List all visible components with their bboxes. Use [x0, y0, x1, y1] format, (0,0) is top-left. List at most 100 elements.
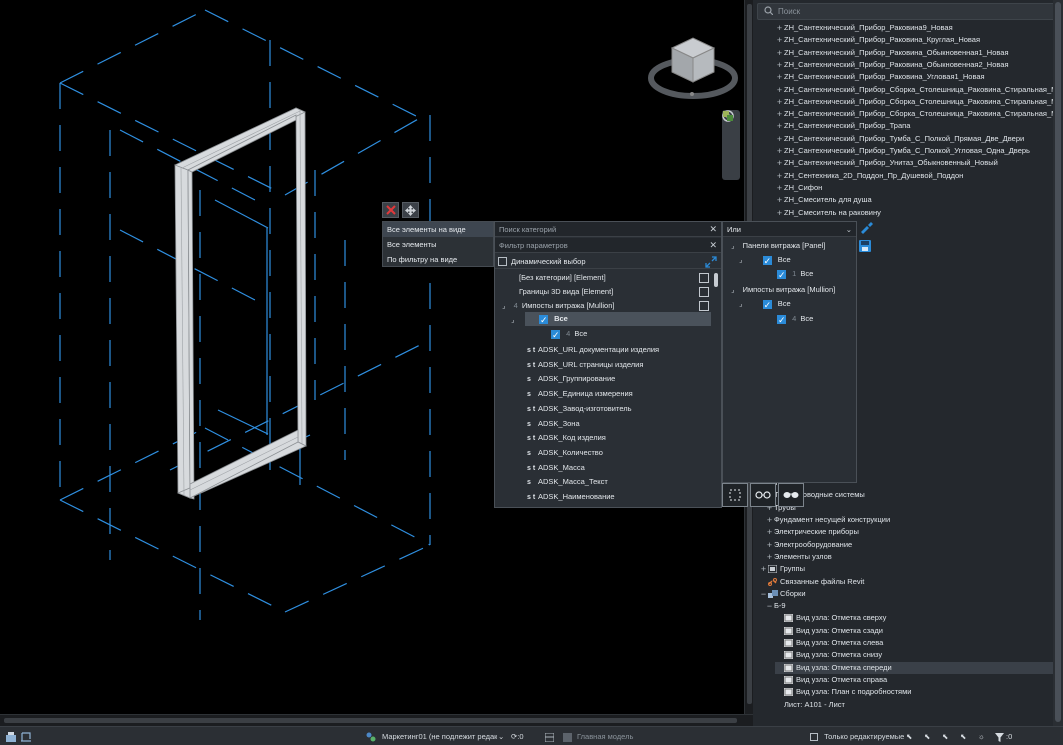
category-row[interactable]: [Без категории] [Element] — [519, 271, 709, 285]
checkbox-checked-icon[interactable] — [551, 328, 560, 342]
tree-row[interactable]: + Фундамент несущей конструкции — [765, 514, 890, 526]
viewcube[interactable] — [648, 30, 738, 102]
filter-icon[interactable] — [995, 727, 1004, 745]
parameter-row[interactable]: s ADSK_Группирование — [527, 372, 615, 386]
tree-row[interactable]: + ZH_Сантехнический_Прибор_Тумба_С_Полкой… — [775, 145, 1030, 157]
checkbox-icon[interactable] — [498, 257, 507, 266]
brush-icon[interactable] — [859, 222, 873, 236]
collapse-icon[interactable]: ⌟ — [739, 255, 743, 264]
parameter-row[interactable]: s t ADSK_Завод-изготовитель — [527, 402, 632, 416]
expand-icon[interactable]: + — [775, 34, 784, 46]
tree-row[interactable]: − Б-9 — [765, 600, 786, 612]
tree-row[interactable]: + ZH_Сантехнический_Прибор_Раковина_Углов… — [775, 71, 985, 83]
tree-row[interactable]: Вид узла: Отметка слева — [775, 637, 883, 649]
expand-icon[interactable]: + — [775, 157, 784, 169]
tree-row[interactable]: + ZH_Сантехнический_Прибор_Раковина9_Нова… — [775, 22, 953, 34]
zoom-region-icon[interactable] — [722, 111, 740, 158]
select-underlay-icon[interactable]: ⬉ — [924, 727, 930, 745]
design-options-icon[interactable] — [544, 727, 555, 745]
select-links-icon[interactable]: ⬉ — [906, 727, 912, 745]
menu-item-by-filter-in-view[interactable]: По фильтру на виде — [383, 252, 493, 267]
expand-icon[interactable] — [705, 256, 717, 268]
subgroup-row[interactable]: Все — [525, 312, 711, 327]
expand-icon[interactable]: + — [775, 47, 784, 59]
parameter-row[interactable]: s ADSK_Количество — [527, 446, 603, 460]
result-group-row[interactable]: ⌟ Панели витража [Panel] — [731, 239, 825, 253]
parameter-row[interactable]: s ADSK_Масса_Текст — [527, 475, 608, 489]
select-region-button[interactable] — [722, 483, 748, 507]
tree-row[interactable]: − Сборки — [759, 588, 806, 600]
expand-icon[interactable]: + — [775, 120, 784, 132]
parameter-row[interactable]: s t ADSK_URL документации изделия — [527, 343, 659, 357]
parameter-row[interactable]: s t ADSK_Код изделия — [527, 431, 606, 445]
checkbox-icon[interactable] — [699, 273, 709, 283]
tree-row[interactable]: + ZH_Сантехнический_Прибор_Раковина_Кругл… — [775, 34, 980, 46]
tree-row[interactable]: + ZH_Сантехнический_Прибор_Тумба_С_Полкой… — [775, 133, 1024, 145]
parameter-row[interactable]: s t ADSK_URL страницы изделия — [527, 358, 643, 372]
expand-icon[interactable]: + — [775, 194, 784, 206]
save-icon[interactable] — [859, 240, 871, 254]
project-browser-search[interactable]: Поиск — [757, 3, 1057, 20]
tree-row[interactable]: + ZH_Сантехнический_Прибор_Унитаз_Обыкнов… — [775, 157, 998, 169]
expand-icon[interactable]: + — [765, 526, 774, 538]
chevron-down-icon[interactable]: ⌄ — [498, 727, 504, 745]
viewport-horizontal-scrollbar[interactable] — [0, 714, 753, 726]
collapse-icon[interactable]: ⌟ — [502, 301, 506, 310]
expand-icon[interactable]: + — [775, 207, 784, 219]
parameter-row[interactable]: s t ADSK_Наименование — [527, 490, 615, 504]
expand-icon[interactable]: + — [759, 563, 768, 575]
result-sub-row[interactable]: 4 Все — [777, 312, 813, 327]
tree-row[interactable]: + Электрические приборы — [765, 526, 859, 538]
select-by-face-icon[interactable]: ⬉ — [960, 727, 966, 745]
category-search-input[interactable]: Поиск категорий ✕ — [495, 222, 721, 237]
dynamic-select-toggle[interactable]: Динамический выбор — [495, 255, 721, 269]
checkbox-checked-icon[interactable] — [762, 298, 772, 312]
tree-row[interactable]: + ZH_Сантехнический_Прибор_Трапа — [775, 120, 911, 132]
workset-selector[interactable]: Маркетинг01 (не подлежит редак — [382, 727, 497, 745]
expand-icon[interactable]: + — [775, 84, 784, 96]
tree-row[interactable]: Вид узла: План с подробностями — [775, 686, 911, 698]
tree-row[interactable]: Вид узла: Отметка снизу — [775, 649, 882, 661]
parameter-row[interactable]: s ADSK_Единица измерения — [527, 387, 633, 401]
close-icon[interactable] — [382, 202, 399, 218]
collapse-icon[interactable]: ⌟ — [739, 299, 743, 308]
expand-icon[interactable]: + — [775, 22, 784, 34]
checkbox-icon[interactable] — [699, 287, 709, 297]
checkbox-checked-icon[interactable] — [777, 313, 786, 327]
drag-elements-icon[interactable]: ☼ — [978, 727, 985, 745]
tree-row[interactable]: + ZH_Смеситель на раковину — [775, 207, 881, 219]
tree-row[interactable]: + ZH_Сентехника_2D_Поддон_Пр_Душевой_Подд… — [775, 170, 963, 182]
tree-row[interactable]: + ZH_Сантехнический_Прибор_Сборка_Столешн… — [775, 84, 1063, 96]
expand-icon[interactable]: + — [775, 133, 784, 145]
project-browser-scrollbar[interactable] — [1053, 0, 1063, 726]
expand-icon[interactable]: + — [775, 145, 784, 157]
worksets-icon[interactable] — [366, 727, 376, 745]
result-sub-row[interactable]: 1 Все — [777, 267, 813, 282]
tree-row[interactable]: + ZH_Сантехнический_Прибор_Раковина_Обыкн… — [775, 47, 1009, 59]
expand-icon[interactable]: + — [775, 59, 784, 71]
tree-row[interactable]: + ZH_Сантехнический_Прибор_Сборка_Столешн… — [775, 108, 1063, 120]
expand-icon[interactable]: + — [775, 71, 784, 83]
filter-scrollbar[interactable] — [713, 269, 719, 507]
tree-row[interactable]: Связанные файлы Revit — [759, 576, 864, 588]
tree-row[interactable]: Вид узла: Отметка справа — [775, 674, 887, 686]
tree-row[interactable]: + ZH_Смеситель для душа — [775, 194, 872, 206]
checkbox-icon[interactable] — [810, 733, 818, 742]
tree-row[interactable]: + Электрооборудование — [765, 539, 852, 551]
tree-row[interactable]: + Элементы узлов — [765, 551, 832, 563]
collapse-icon[interactable]: ⌟ — [731, 285, 735, 294]
checkbox-checked-icon[interactable] — [762, 254, 772, 268]
collapse-icon[interactable]: − — [765, 600, 774, 612]
category-row[interactable]: Границы 3D вида [Element] — [519, 285, 709, 299]
checkbox-checked-icon[interactable] — [539, 313, 548, 327]
result-sub-row[interactable]: ⌟ Все — [739, 253, 791, 268]
expand-icon[interactable]: + — [765, 551, 774, 563]
parameter-filter-input[interactable]: Фильтр параметров ✕ — [495, 238, 721, 253]
tree-row[interactable]: Вид узла: Отметка сверху — [775, 612, 886, 624]
result-group-row[interactable]: ⌟ Импосты витража [Mullion] — [731, 283, 835, 297]
tree-row[interactable]: + ZH_Сантехнический_Прибор_Раковина_Обыкн… — [775, 59, 1009, 71]
move-icon[interactable] — [402, 202, 419, 218]
tree-row[interactable]: Лист: A101 - Лист — [775, 699, 845, 711]
tree-row[interactable]: Вид узла: Отметка сзади — [775, 625, 883, 637]
expand-icon[interactable]: + — [775, 182, 784, 194]
